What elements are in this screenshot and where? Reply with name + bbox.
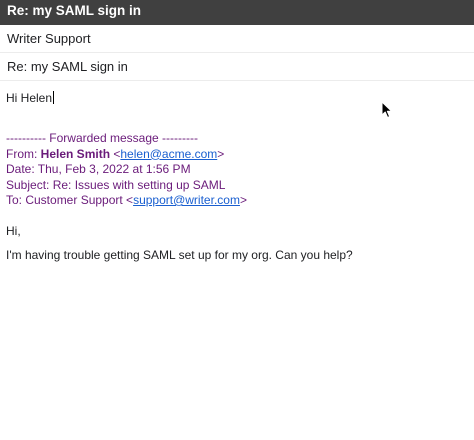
subject-value: Re: my SAML sign in [7, 59, 128, 74]
forwarded-divider: ---------- Forwarded message --------- [6, 131, 198, 145]
from-close: > [217, 146, 225, 161]
recipient-value: Writer Support [7, 31, 91, 46]
forwarded-to-line: To: Customer Support <support@writer.com… [6, 192, 474, 208]
to-close: > [239, 193, 247, 207]
forwarded-from-line: From: Helen Smith <helen@acme.com> [6, 146, 474, 162]
from-name: Helen Smith [40, 146, 111, 161]
window-titlebar: Re: my SAML sign in [0, 0, 474, 25]
forwarded-subject-line: Subject: Re: Issues with setting up SAML [6, 177, 226, 192]
greeting-text: Hi Helen [6, 91, 53, 105]
forwarded-message-block: ---------- Forwarded message --------- F… [6, 130, 474, 208]
message-salutation: Hi, [6, 223, 21, 238]
recipient-field[interactable]: Writer Support [0, 25, 474, 53]
subject-field[interactable]: Re: my SAML sign in [0, 53, 474, 81]
message-text: I'm having trouble getting SAML set up f… [6, 247, 353, 262]
greeting-line: Hi Helen [6, 90, 474, 106]
forwarded-message-content: Hi, I'm having trouble getting SAML set … [6, 223, 474, 263]
to-email-link[interactable]: support@writer.com [133, 193, 240, 207]
from-open: < [110, 146, 121, 161]
to-label: To: Customer Support < [6, 193, 134, 207]
message-body-editor[interactable]: Hi Helen ---------- Forwarded message --… [0, 81, 474, 263]
from-email-link[interactable]: helen@acme.com [120, 147, 217, 161]
forwarded-date-line: Date: Thu, Feb 3, 2022 at 1:56 PM [6, 162, 191, 176]
text-caret [53, 91, 55, 104]
from-label: From: [6, 146, 41, 161]
window-title: Re: my SAML sign in [7, 3, 142, 18]
mouse-pointer-icon [381, 101, 393, 118]
email-compose-window: Re: my SAML sign in Writer Support Re: m… [0, 0, 474, 440]
